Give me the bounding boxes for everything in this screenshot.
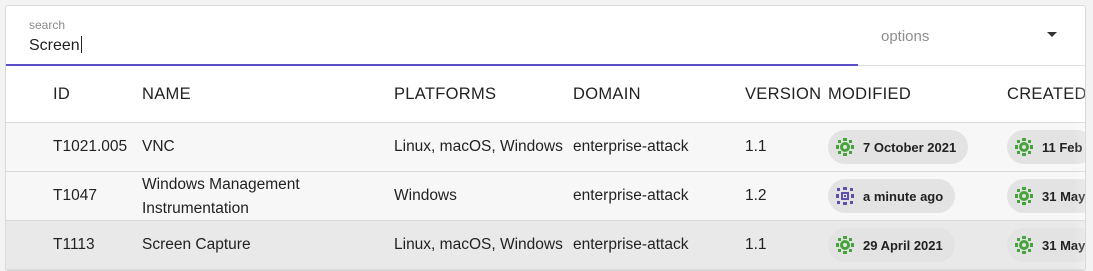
dropdown-arrow-icon[interactable] xyxy=(1047,32,1057,37)
options-dropdown[interactable]: options xyxy=(858,6,1085,66)
row-domain: enterprise-attack xyxy=(573,187,689,204)
column-header-id[interactable]: ID xyxy=(53,85,70,104)
column-header-platforms[interactable]: PLATFORMS xyxy=(394,85,496,104)
row-name: Screen Capture xyxy=(142,236,251,253)
text-cursor xyxy=(80,36,82,53)
row-platforms: Linux, macOS, Windows xyxy=(394,236,563,253)
green-gear-icon xyxy=(1015,138,1033,156)
modified-date: 29 April 2021 xyxy=(863,237,943,253)
column-header-domain[interactable]: DOMAIN xyxy=(573,85,641,104)
green-gear-icon xyxy=(836,138,854,156)
table-row[interactable]: T1113 Screen Capture Linux, macOS, Windo… xyxy=(6,221,1085,270)
horizontal-overflow-fade xyxy=(1073,6,1085,270)
green-gear-icon xyxy=(1015,187,1033,205)
options-placeholder: options xyxy=(881,28,930,45)
table-header: ID NAME PLATFORMS DOMAIN VERSION MODIFIE… xyxy=(6,66,1085,123)
search-input[interactable]: Screen xyxy=(29,36,82,55)
row-id: T1021.005 xyxy=(53,138,128,155)
row-platforms: Windows xyxy=(394,187,457,204)
column-header-version[interactable]: VERSION xyxy=(745,85,821,104)
column-header-name[interactable]: NAME xyxy=(142,85,191,104)
row-version: 1.1 xyxy=(745,138,767,155)
techniques-panel: search Screen options ID NAME PLATFORMS … xyxy=(5,5,1086,271)
purple-grid-icon xyxy=(836,187,854,205)
row-domain: enterprise-attack xyxy=(573,236,689,253)
modified-date: a minute ago xyxy=(863,188,944,204)
row-id: T1113 xyxy=(53,236,95,253)
row-version: 1.1 xyxy=(745,236,767,253)
modified-chip[interactable]: a minute ago xyxy=(828,179,956,213)
column-header-modified[interactable]: MODIFIED xyxy=(828,85,911,104)
modified-chip[interactable]: 7 October 2021 xyxy=(828,130,969,164)
row-name: VNC xyxy=(142,138,175,155)
row-name: Windows Management Instrumentation xyxy=(142,176,300,217)
modified-chip[interactable]: 29 April 2021 xyxy=(828,228,955,262)
table-row[interactable]: T1047 Windows Management Instrumentation… xyxy=(6,172,1085,221)
green-gear-icon xyxy=(1015,236,1033,254)
row-version: 1.2 xyxy=(745,187,767,204)
row-platforms: Linux, macOS, Windows xyxy=(394,138,563,155)
search-bar: search Screen options xyxy=(6,6,1085,66)
table-row[interactable]: T1021.005 VNC Linux, macOS, Windows ente… xyxy=(6,123,1085,172)
green-gear-icon xyxy=(836,236,854,254)
search-input-value: Screen xyxy=(29,37,80,54)
search-field[interactable]: search Screen xyxy=(6,6,858,66)
modified-date: 7 October 2021 xyxy=(863,139,957,155)
row-id: T1047 xyxy=(53,187,97,204)
search-label: search xyxy=(29,18,66,32)
row-domain: enterprise-attack xyxy=(573,138,689,155)
